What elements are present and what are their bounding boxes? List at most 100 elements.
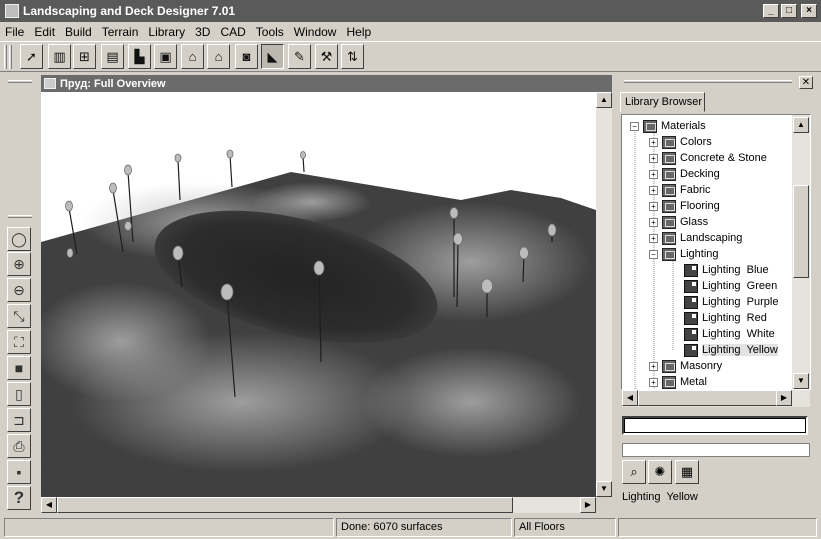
toolbar-grip[interactable] bbox=[4, 45, 7, 69]
maximize-button[interactable]: □ bbox=[781, 4, 797, 18]
scroll-down-icon[interactable]: ▼ bbox=[793, 373, 809, 389]
menu-edit[interactable]: Edit bbox=[29, 25, 60, 39]
render-icon[interactable]: ■ bbox=[7, 356, 31, 380]
open-folder-icon[interactable]: ⊐ bbox=[7, 408, 31, 432]
menu-help[interactable]: Help bbox=[341, 25, 376, 39]
minimize-button[interactable]: _ bbox=[763, 4, 779, 18]
toolbar-grip-2[interactable] bbox=[9, 45, 12, 69]
menu-file[interactable]: File bbox=[0, 25, 29, 39]
tree-node-lighting[interactable]: − Lighting bbox=[649, 246, 719, 262]
help-icon[interactable]: ? bbox=[7, 486, 31, 510]
status-extra bbox=[618, 518, 817, 537]
tree-horizontal-scrollbar[interactable]: ◀ ▶ bbox=[622, 390, 810, 407]
tree-item-lighting-red[interactable]: Lighting Red bbox=[684, 310, 767, 326]
menu-cad[interactable]: CAD bbox=[215, 25, 250, 39]
library-add-icon[interactable]: ▦ bbox=[675, 460, 699, 484]
tree-node-concrete-stone[interactable]: + Concrete & Stone bbox=[649, 150, 767, 166]
collapse-icon[interactable]: − bbox=[649, 249, 658, 259]
scroll-up-icon[interactable]: ▲ bbox=[596, 92, 612, 108]
folder-icon bbox=[662, 231, 676, 245]
print-icon[interactable]: ⎙ bbox=[7, 434, 31, 458]
tree-item-lighting-white[interactable]: Lighting White bbox=[684, 326, 775, 342]
house-icon[interactable]: ⌂ bbox=[181, 44, 204, 69]
collapse-icon[interactable]: − bbox=[630, 121, 639, 131]
zoom-window-icon[interactable]: ◯ bbox=[7, 227, 31, 251]
menu-bar: File Edit Build Terrain Library 3D CAD T… bbox=[0, 22, 821, 41]
menu-build[interactable]: Build bbox=[60, 25, 97, 39]
tree-node-fabric[interactable]: + Fabric bbox=[649, 182, 711, 198]
library-panel-grip[interactable] bbox=[624, 80, 792, 83]
viewport-title-bar[interactable]: Пруд: Full Overview bbox=[41, 75, 612, 92]
door-icon[interactable]: ▥ bbox=[48, 44, 71, 69]
scroll-right-icon[interactable]: ▶ bbox=[776, 390, 792, 406]
elevation-icon[interactable]: ⇅ bbox=[341, 44, 364, 69]
tree-vertical-scrollbar[interactable]: ▲ ▼ bbox=[792, 115, 810, 389]
expand-icon[interactable]: + bbox=[649, 377, 658, 387]
scroll-down-icon[interactable]: ▼ bbox=[596, 481, 612, 497]
tree-node-decking[interactable]: + Decking bbox=[649, 166, 720, 182]
tree-item-lighting-green[interactable]: Lighting Green bbox=[684, 278, 777, 294]
tree-node-colors[interactable]: + Colors bbox=[649, 134, 712, 150]
pencil-icon[interactable]: ✎ bbox=[288, 44, 311, 69]
tree-scroll-thumb[interactable] bbox=[793, 185, 809, 278]
tree-node-landscaping[interactable]: + Landscaping bbox=[649, 230, 742, 246]
main-toolbar: ➚ ▥ ⊞ ▤ ▙ ▣ ⌂ ⌂ ◙ ◣ ✎ ⚒ ⇅ bbox=[0, 41, 821, 72]
tree-item-lighting-yellow[interactable]: Lighting Yellow bbox=[684, 342, 778, 358]
expand-icon[interactable]: + bbox=[649, 153, 658, 163]
close-button[interactable]: × bbox=[801, 4, 817, 18]
fireplace-icon[interactable]: ▙ bbox=[128, 44, 151, 69]
tree-node-flooring[interactable]: + Flooring bbox=[649, 198, 720, 214]
library-tree[interactable]: − Materials + Colors + Concrete & Stone … bbox=[621, 114, 811, 390]
menu-3d[interactable]: 3D bbox=[190, 25, 215, 39]
close-icon[interactable]: ✕ bbox=[799, 76, 813, 89]
horizontal-scroll-thumb[interactable] bbox=[57, 497, 513, 513]
scroll-right-icon[interactable]: ▶ bbox=[580, 497, 596, 513]
scroll-up-icon[interactable]: ▲ bbox=[793, 117, 809, 133]
tree-item-lighting-blue[interactable]: Lighting Blue bbox=[684, 262, 769, 278]
folder-icon bbox=[662, 247, 676, 261]
wrench-icon[interactable]: ⚒ bbox=[315, 44, 338, 69]
menu-window[interactable]: Window bbox=[289, 25, 342, 39]
tree-node-glass[interactable]: + Glass bbox=[649, 214, 708, 230]
menu-terrain[interactable]: Terrain bbox=[97, 25, 144, 39]
scroll-left-icon[interactable]: ◀ bbox=[41, 497, 57, 513]
toolbox-grip-2[interactable] bbox=[8, 215, 32, 218]
expand-icon[interactable]: + bbox=[649, 217, 658, 227]
toolbox-grip[interactable] bbox=[8, 80, 32, 83]
library-find-icon[interactable]: ✺ bbox=[648, 460, 672, 484]
material-icon bbox=[684, 327, 698, 341]
expand-icon[interactable]: + bbox=[649, 233, 658, 243]
tree-node-metal[interactable]: + Metal bbox=[649, 374, 707, 389]
window-icon[interactable]: ⊞ bbox=[73, 44, 96, 69]
save-icon[interactable]: ▪ bbox=[7, 460, 31, 484]
library-search-icon[interactable]: ⌕ bbox=[622, 460, 646, 484]
tab-library-browser[interactable]: Library Browser bbox=[620, 92, 705, 112]
zoom-out-icon[interactable]: ⊖ bbox=[7, 278, 31, 302]
tree-node-masonry[interactable]: + Masonry bbox=[649, 358, 722, 374]
library-search-input[interactable] bbox=[622, 416, 808, 435]
pointer-icon[interactable]: ➚ bbox=[20, 44, 43, 69]
zoom-fit-icon[interactable]: ⤡ bbox=[7, 304, 31, 328]
tree-item-lighting-purple[interactable]: Lighting Purple bbox=[684, 294, 778, 310]
library-icon[interactable]: ▤ bbox=[101, 44, 124, 69]
viewport-vertical-scrollbar[interactable]: ▲ ▼ bbox=[596, 92, 612, 497]
scroll-left-icon[interactable]: ◀ bbox=[622, 390, 638, 406]
menu-library[interactable]: Library bbox=[143, 25, 190, 39]
expand-icon[interactable]: + bbox=[649, 137, 658, 147]
new-document-icon[interactable]: ▯ bbox=[7, 382, 31, 406]
3d-viewport[interactable] bbox=[41, 92, 596, 497]
expand-icon[interactable]: + bbox=[649, 169, 658, 179]
expand-icon[interactable]: + bbox=[649, 185, 658, 195]
zoom-in-icon[interactable]: ⊕ bbox=[7, 252, 31, 276]
house-alt-icon[interactable]: ⌂ bbox=[207, 44, 230, 69]
expand-icon[interactable]: + bbox=[649, 361, 658, 371]
tree-hscroll-thumb[interactable] bbox=[638, 390, 778, 406]
camera-icon[interactable]: ◙ bbox=[235, 44, 258, 69]
appliance-icon[interactable]: ▣ bbox=[154, 44, 177, 69]
viewport-horizontal-scrollbar[interactable]: ◀ ▶ bbox=[41, 497, 596, 513]
tree-node-materials[interactable]: − Materials bbox=[630, 118, 706, 134]
terrain-icon[interactable]: ◣ bbox=[261, 44, 284, 69]
expand-icon[interactable]: + bbox=[649, 201, 658, 211]
menu-tools[interactable]: Tools bbox=[251, 25, 289, 39]
fill-window-icon[interactable]: ⛶ bbox=[7, 330, 31, 354]
